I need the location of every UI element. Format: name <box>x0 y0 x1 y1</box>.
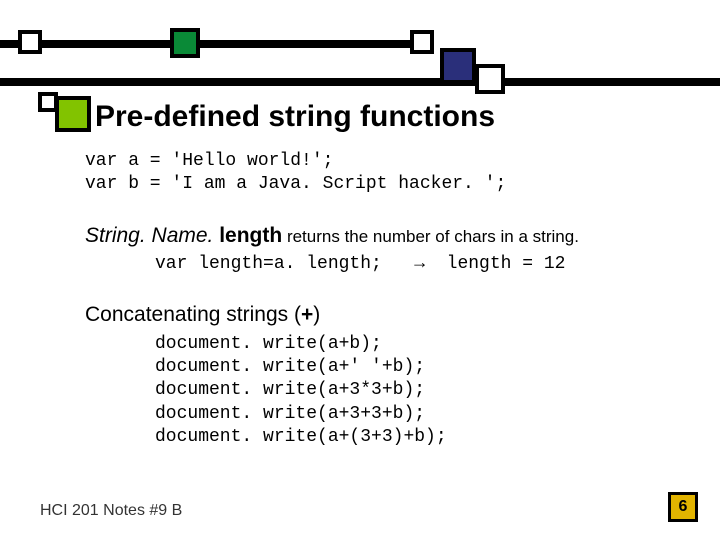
concat-text-a: Concatenating strings ( <box>85 303 301 326</box>
length-heading: String. Name. length returns the number … <box>85 223 665 249</box>
length-trail: returns the number of chars in a string. <box>282 227 579 246</box>
length-prefix: String. Name. <box>85 224 219 247</box>
decor-square <box>55 96 91 132</box>
concat-heading: Concatenating strings (+) <box>85 302 665 328</box>
decor-square <box>475 64 505 94</box>
code-block-declarations: var a = 'Hello world!'; var b = 'I am a … <box>85 150 665 197</box>
code-length-example: var length=a. length; → length = 12 <box>155 253 665 276</box>
decor-square <box>170 28 200 58</box>
code-concat-examples: document. write(a+b); document. write(a+… <box>155 333 665 450</box>
page-number-badge: 6 <box>668 492 698 522</box>
slide-title: Pre-defined string functions <box>95 100 495 134</box>
page-number: 6 <box>679 498 688 516</box>
decor-square <box>440 48 476 84</box>
decor-square <box>410 30 434 54</box>
slide-content: var a = 'Hello world!'; var b = 'I am a … <box>85 150 665 450</box>
concat-text-c: ) <box>313 303 320 326</box>
decor-square <box>18 30 42 54</box>
length-keyword: length <box>219 224 282 247</box>
concat-plus: + <box>301 303 313 326</box>
footer-note: HCI 201 Notes #9 B <box>40 502 182 520</box>
